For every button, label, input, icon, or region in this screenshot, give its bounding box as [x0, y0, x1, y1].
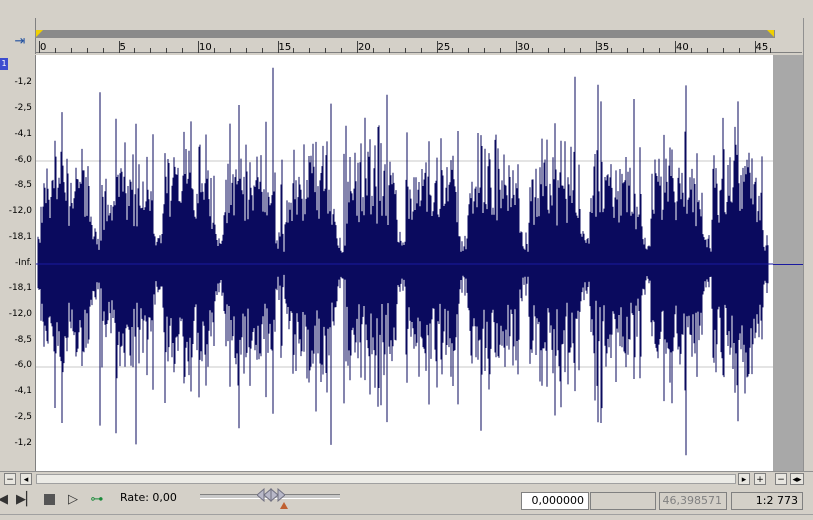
zoom-ratio-field: 1:2 773: [731, 492, 803, 510]
ruler-tick: [579, 48, 581, 53]
rate-default-marker-icon: [280, 502, 288, 509]
waveform-view[interactable]: [35, 55, 774, 471]
bottom-border: [0, 514, 813, 520]
db-scale-label: -1,2: [14, 77, 32, 87]
ruler-tick-label: 0: [40, 42, 47, 53]
ruler-tick: [372, 48, 374, 53]
db-scale-label: -12,0: [8, 206, 32, 216]
zoom-in-button[interactable]: +: [754, 473, 766, 485]
waveform-path: [37, 67, 769, 456]
ruler-tick: [531, 48, 533, 53]
ruler-tick-label: 40: [676, 42, 689, 53]
ruler-tick: [722, 48, 724, 53]
ruler-tick: [70, 48, 72, 53]
loop-icon[interactable]: ⊶: [88, 491, 106, 509]
top-bar: [0, 0, 813, 19]
channel-badge[interactable]: 1: [0, 58, 8, 70]
ruler-tick: [706, 48, 708, 53]
rate-label: Rate: 0,00: [120, 491, 177, 504]
db-scale-label: -8,5: [14, 180, 32, 190]
db-scale-label: -Inf.: [15, 258, 32, 268]
ruler-tick: [452, 48, 454, 53]
scroll-track[interactable]: [36, 474, 736, 484]
ruler-tick: [627, 48, 629, 53]
db-scale-label: -2,5: [14, 103, 32, 113]
length-field: 46,398571: [659, 492, 727, 510]
selection-end-field[interactable]: [590, 492, 656, 510]
stop-icon[interactable]: [40, 491, 58, 509]
ruler-tick: [102, 48, 104, 53]
ruler-tick-label: 20: [358, 42, 371, 53]
region-end-marker-icon[interactable]: [767, 30, 774, 37]
ruler-tick: [484, 48, 486, 53]
ruler-tick: [611, 48, 613, 53]
snap-marker-icon[interactable]: ⇥: [12, 34, 28, 50]
ruler-tick: [54, 48, 56, 53]
db-scale-label: -12,0: [8, 309, 32, 319]
go-to-start-icon[interactable]: ◀: [0, 491, 12, 509]
ruler-tick: [86, 48, 88, 53]
ruler-tick: [388, 48, 390, 53]
ruler-tick: [468, 48, 470, 53]
go-to-end-icon[interactable]: ▶▏: [16, 491, 36, 509]
db-scale-label: -8,5: [14, 335, 32, 345]
ruler-tick: [547, 48, 549, 53]
zoom-out-left-button[interactable]: −: [4, 473, 16, 485]
ruler-tick-label: 45: [755, 42, 769, 53]
zoom-full-button[interactable]: ◂▸: [790, 473, 804, 485]
ruler-tick-label: 10: [199, 42, 212, 53]
db-scale-label: -4,1: [14, 129, 32, 139]
ruler-tick: [690, 48, 692, 53]
ruler-tick: [643, 48, 645, 53]
ruler-tick: [261, 48, 263, 53]
db-scale-label: -4,1: [14, 386, 32, 396]
play-icon[interactable]: ▷: [64, 491, 82, 509]
ruler-tick-label: 35: [596, 42, 610, 53]
ruler-tick: [182, 48, 184, 53]
db-scale-label: -18,1: [8, 232, 32, 242]
ruler-tick: [150, 48, 152, 53]
right-edge: [803, 18, 813, 471]
ruler-tick: [293, 48, 295, 53]
ruler-tick: [420, 48, 422, 53]
db-scale-label: -1,2: [14, 438, 32, 448]
db-scale-label: -2,5: [14, 412, 32, 422]
ruler-tick-label: 30: [517, 42, 530, 53]
ruler-tick: [213, 48, 215, 53]
selection-start-field[interactable]: 0,000000: [521, 492, 589, 510]
region-start-marker-icon[interactable]: [36, 30, 43, 37]
ruler-tick: [134, 48, 136, 53]
ruler-tick: [341, 48, 343, 53]
ruler-tick: [404, 48, 406, 53]
zoom-out-button[interactable]: −: [775, 473, 787, 485]
ruler-tick: [245, 48, 247, 53]
ruler-tick-label: 5: [119, 42, 126, 53]
ruler-tick: [166, 48, 168, 53]
ruler-tick-label: 15: [278, 42, 292, 53]
rate-slider-thumb[interactable]: [257, 488, 285, 502]
waveform-canvas[interactable]: [36, 55, 774, 471]
ruler-tick: [325, 48, 327, 53]
ruler-tick: [738, 48, 740, 53]
scroll-left-button[interactable]: ◂: [20, 473, 32, 485]
ruler-tick-label: 25: [437, 42, 451, 53]
ruler-tick: [309, 48, 311, 53]
ruler-tick: [659, 48, 661, 53]
db-scale-label: -6,0: [14, 155, 32, 165]
beyond-end-area: [773, 55, 803, 471]
ruler-tick: [500, 48, 502, 53]
region-bar[interactable]: [35, 30, 775, 38]
db-scale-label: -18,1: [8, 283, 32, 293]
ruler-tick: [229, 48, 231, 53]
db-scale-label: -6,0: [14, 360, 32, 370]
ruler-tick: [770, 48, 772, 53]
ruler-tick: [563, 48, 565, 53]
scroll-right-button[interactable]: ▸: [738, 473, 750, 485]
